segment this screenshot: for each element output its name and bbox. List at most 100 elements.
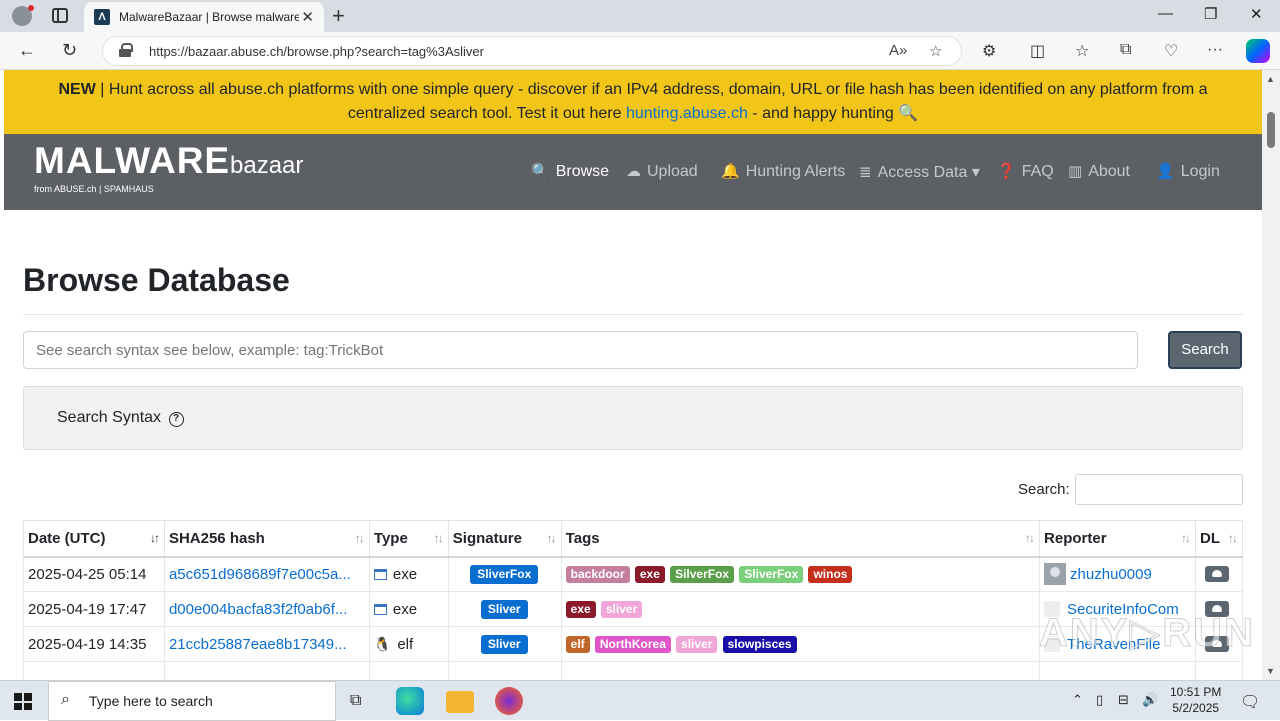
collections-icon[interactable]: ⧉ <box>1120 41 1131 59</box>
sort-icon: ↑↓ <box>433 531 444 545</box>
tag-badge[interactable]: exe <box>634 566 665 584</box>
sha256-link[interactable]: a5c651d968689f7e00c5a... <box>169 566 351 583</box>
sha256-link[interactable]: 21ccb25887eae8b17349... <box>169 636 347 653</box>
nav-hunting-alerts[interactable]: 🔔 Hunting Alerts <box>721 162 845 181</box>
sort-icon: ↑↓ <box>1181 531 1191 545</box>
site-logo-sub[interactable]: bazaar <box>230 152 303 180</box>
read-aloud-icon[interactable]: A» <box>889 42 907 59</box>
sort-icon: ↑↓ <box>354 531 365 545</box>
table-row: 2025-04-25 05:14 a5c651d968689f7e00c5a..… <box>23 556 1243 592</box>
row-date: 2025-04-25 05:14 <box>23 556 165 592</box>
windows-start-icon[interactable] <box>14 693 32 710</box>
page-scrollbar[interactable]: ▲ ▼ <box>1262 70 1280 680</box>
scroll-up-icon[interactable]: ▲ <box>1266 74 1275 84</box>
question-icon: ❓ <box>997 163 1016 180</box>
scrollbar-thumb[interactable] <box>1267 112 1275 148</box>
col-signature[interactable]: Signature ↑↓ <box>447 520 562 558</box>
favorites-icon[interactable]: ☆ <box>1075 41 1089 61</box>
file-type: elf <box>397 635 414 653</box>
tag-badge[interactable]: SliverFox <box>739 566 804 584</box>
nav-browse[interactable]: 🔍 Browse <box>531 162 609 181</box>
back-icon[interactable]: ← <box>18 40 36 61</box>
col-download[interactable]: DL ↑↓ <box>1195 520 1243 558</box>
browser-essentials-icon[interactable]: ♡ <box>1164 41 1178 61</box>
url-field[interactable]: https://bazaar.abuse.ch/browse.php?searc… <box>102 36 962 66</box>
browser-tab[interactable]: Λ MalwareBazaar | Browse malware ✕ <box>84 2 324 32</box>
nav-upload[interactable]: ☁ Upload <box>626 162 698 181</box>
task-view-icon[interactable]: ⧉ <box>350 692 361 710</box>
firefox-icon[interactable] <box>495 687 523 715</box>
network-icon[interactable]: ⊟ <box>1118 692 1129 708</box>
nav-faq[interactable]: ❓ FAQ <box>997 162 1054 181</box>
sort-icon: ↑↓ <box>546 531 557 545</box>
user-icon: 👤 <box>1156 163 1175 180</box>
more-menu-icon[interactable]: ··· <box>1207 41 1223 59</box>
signature-badge[interactable]: SliverFox <box>470 564 539 584</box>
tag-badge[interactable]: backdoor <box>565 566 630 584</box>
file-explorer-icon[interactable] <box>446 691 474 713</box>
close-window-icon[interactable]: ✕ <box>1250 5 1263 23</box>
edge-browser-icon[interactable] <box>396 687 424 715</box>
search-icon: ⌕ <box>61 691 70 708</box>
sort-desc-icon: ↓↑ <box>149 531 160 545</box>
copilot-icon[interactable] <box>1246 39 1270 63</box>
restore-icon[interactable]: ❐ <box>1204 5 1217 23</box>
table-search-input[interactable] <box>1075 474 1243 505</box>
nav-access-data[interactable]: ≣ Access Data ▾ <box>859 162 980 182</box>
clock-time: 10:51 PM <box>1170 685 1222 699</box>
tray-chevron-icon[interactable]: ⌃ <box>1072 692 1083 708</box>
col-sha256[interactable]: SHA256 hash ↑↓ <box>163 520 370 558</box>
cloud-upload-icon: ☁ <box>626 163 641 180</box>
hunting-link[interactable]: hunting.abuse.ch <box>626 105 748 122</box>
battery-icon[interactable]: ▯ <box>1096 692 1103 708</box>
col-reporter[interactable]: Reporter ↑↓ <box>1039 520 1196 558</box>
help-circle-icon: ? <box>168 412 184 427</box>
tag-badge[interactable]: NorthKorea <box>594 636 671 653</box>
linux-tux-icon: 🐧 <box>373 635 392 652</box>
signature-badge[interactable]: Sliver <box>480 599 528 619</box>
close-tab-icon[interactable]: ✕ <box>301 8 314 26</box>
tag-badge[interactable]: winos <box>808 566 853 584</box>
col-type[interactable]: Type ↑↓ <box>368 520 449 558</box>
signature-badge[interactable]: Sliver <box>480 634 528 654</box>
taskbar-search[interactable]: ⌕ Type here to search <box>48 681 336 721</box>
divider <box>23 314 1243 315</box>
download-cloud-icon[interactable] <box>1205 565 1229 582</box>
tag-badge[interactable]: sliver <box>600 601 643 618</box>
reporter-link[interactable]: zhuzhu0009 <box>1070 566 1152 583</box>
sha256-link[interactable]: d00e004bacfa83f2f0ab6f... <box>169 601 348 618</box>
search-syntax-panel[interactable]: Search Syntax ? <box>23 386 1243 450</box>
nav-about[interactable]: ▥ About <box>1068 162 1130 181</box>
col-date[interactable]: Date (UTC) ↓↑ <box>23 520 165 558</box>
search-button[interactable]: Search <box>1168 331 1242 369</box>
table-row <box>23 661 1243 680</box>
new-tab-icon[interactable]: + <box>332 3 345 29</box>
profile-icon[interactable] <box>12 5 34 26</box>
nav-login[interactable]: 👤 Login <box>1156 162 1220 181</box>
tag-badge[interactable]: SilverFox <box>670 566 735 584</box>
page-viewport: NEW | Hunt across all abuse.ch platforms… <box>4 70 1262 680</box>
refresh-icon[interactable]: ↻ <box>62 40 77 61</box>
workspaces-icon[interactable] <box>52 8 68 23</box>
taskbar-clock[interactable]: 10:51 PM 5/2/2025 <box>1170 684 1221 716</box>
tags-cell: exe sliver <box>560 591 1041 627</box>
col-tags[interactable]: Tags ↑↓ <box>560 520 1041 558</box>
site-header: MALWARE bazaar from ABUSE.ch | SPAMHAUS … <box>4 134 1262 210</box>
split-screen-icon[interactable]: ◫ <box>1030 41 1045 61</box>
tag-badge[interactable]: slowpisces <box>722 636 797 653</box>
volume-icon[interactable]: 🔊 <box>1142 692 1158 708</box>
tag-badge[interactable]: sliver <box>676 636 718 653</box>
minimize-icon[interactable]: — <box>1158 5 1173 22</box>
database-search-input[interactable] <box>23 331 1138 369</box>
site-logo[interactable]: MALWARE <box>34 140 230 182</box>
tag-badge[interactable]: exe <box>565 601 596 618</box>
notifications-icon[interactable]: 🗨 <box>1240 692 1260 712</box>
extensions-icon[interactable]: ⚙ <box>982 41 996 61</box>
favorite-star-icon[interactable]: ☆ <box>929 42 942 60</box>
tag-badge[interactable]: elf <box>565 636 590 653</box>
search-syntax-toggle[interactable]: Search Syntax ? <box>57 409 184 427</box>
banner-new-label: NEW <box>58 81 96 98</box>
scroll-down-icon[interactable]: ▼ <box>1266 666 1275 676</box>
search-icon: 🔍 <box>531 163 550 180</box>
lock-icon[interactable] <box>119 43 133 57</box>
